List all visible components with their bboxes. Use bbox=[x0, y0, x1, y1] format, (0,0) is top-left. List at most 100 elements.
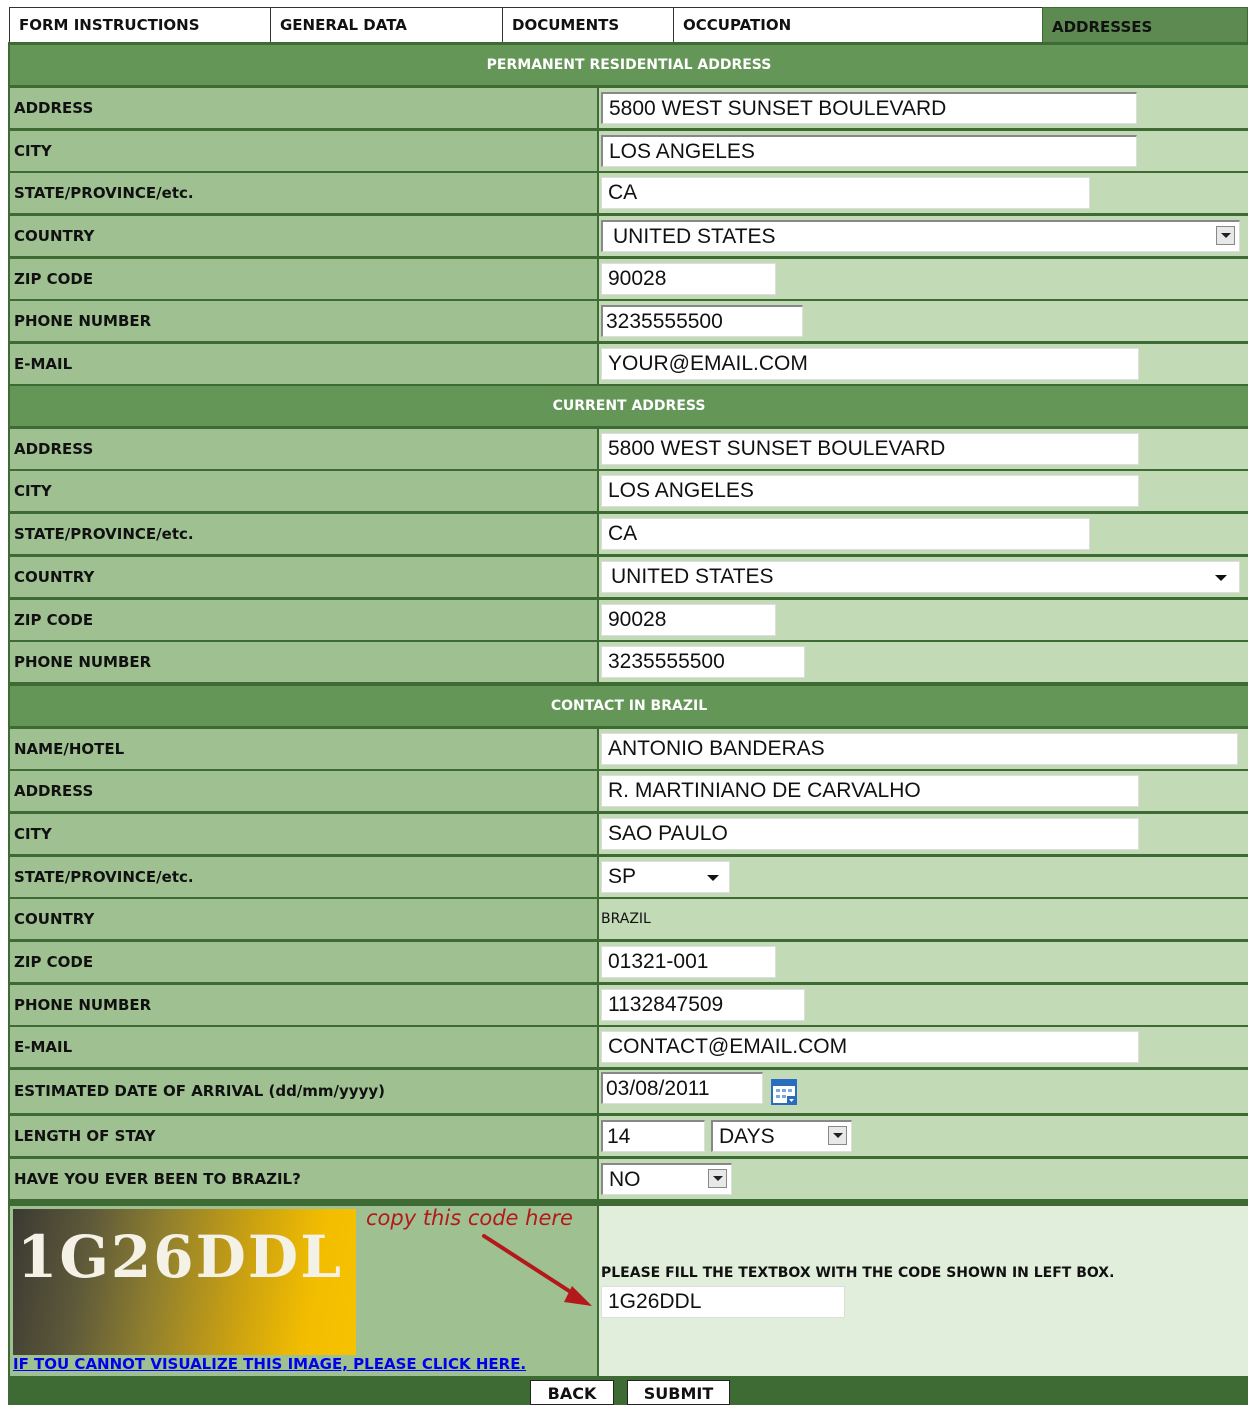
row-label-cell: ZIP CODE bbox=[10, 942, 597, 982]
field-label: STATE/PROVINCE/etc. bbox=[14, 184, 194, 202]
captcha-panel: 1G26DDL copy this code here IF TOU CANNO… bbox=[10, 1206, 597, 1376]
row-label-cell: CITY bbox=[10, 471, 597, 511]
chevron-down-icon[interactable] bbox=[828, 1126, 847, 1145]
field-label: ESTIMATED DATE OF ARRIVAL (dd/mm/yyyy) bbox=[14, 1082, 385, 1100]
field-label: E-MAIL bbox=[14, 355, 73, 373]
row-label-cell: PHONE NUMBER bbox=[10, 642, 597, 682]
back-button[interactable]: BACK bbox=[530, 1380, 614, 1405]
row-value-cell: UNITED STATES bbox=[599, 557, 1248, 597]
row-value-cell: 5800 WEST SUNSET BOULEVARD bbox=[599, 429, 1248, 469]
row-value-cell: 90028 bbox=[599, 259, 1248, 299]
field-label: PHONE NUMBER bbox=[14, 653, 152, 671]
perm-state-input[interactable]: CA bbox=[601, 177, 1090, 209]
field-label: ADDRESS bbox=[14, 440, 94, 458]
row-value-cell: 90028 bbox=[599, 600, 1248, 640]
curr-country-select[interactable]: UNITED STATES bbox=[601, 561, 1240, 593]
tab-occupation[interactable]: OCCUPATION bbox=[673, 7, 1043, 43]
field-label: PHONE NUMBER bbox=[14, 312, 152, 330]
perm-address-input[interactable]: 5800 WEST SUNSET BOULEVARD bbox=[601, 92, 1137, 124]
row-value-cell: 14 DAYS bbox=[599, 1116, 1248, 1156]
captcha-image: 1G26DDL bbox=[13, 1209, 356, 1355]
field-label: ZIP CODE bbox=[14, 270, 94, 288]
row-value-cell: 01321-001 bbox=[599, 942, 1248, 982]
row-value-cell: 5800 WEST SUNSET BOULEVARD bbox=[599, 88, 1248, 128]
brazil-address-input[interactable]: R. MARTINIANO DE CARVALHO bbox=[601, 775, 1139, 807]
brazil-state-select[interactable]: SP bbox=[601, 861, 730, 893]
field-label: ADDRESS bbox=[14, 782, 94, 800]
field-label: COUNTRY bbox=[14, 910, 95, 928]
captcha-input[interactable]: 1G26DDL bbox=[601, 1286, 845, 1318]
field-label: E-MAIL bbox=[14, 1038, 73, 1056]
chevron-down-icon[interactable] bbox=[1216, 226, 1235, 245]
been-to-brazil-select[interactable]: NO bbox=[601, 1163, 732, 1195]
field-label: STATE/PROVINCE/etc. bbox=[14, 525, 194, 543]
row-value-cell: YOUR@EMAIL.COM bbox=[599, 344, 1248, 384]
row-label-cell: ZIP CODE bbox=[10, 600, 597, 640]
perm-country-value: UNITED STATES bbox=[613, 225, 776, 248]
row-label-cell: ADDRESS bbox=[10, 771, 597, 811]
captcha-entry-panel: PLEASE FILL THE TEXTBOX WITH THE CODE SH… bbox=[599, 1206, 1248, 1376]
chevron-down-icon[interactable] bbox=[708, 1169, 727, 1188]
row-label-cell: E-MAIL bbox=[10, 344, 597, 384]
chevron-down-icon[interactable] bbox=[707, 875, 719, 881]
field-label: ZIP CODE bbox=[14, 611, 94, 629]
curr-state-input[interactable]: CA bbox=[601, 518, 1090, 550]
row-label-cell: E-MAIL bbox=[10, 1027, 597, 1067]
arrival-date-input[interactable]: 03/08/2011 bbox=[601, 1072, 763, 1104]
captcha-help-link[interactable]: IF TOU CANNOT VISUALIZE THIS IMAGE, PLEA… bbox=[13, 1355, 526, 1373]
length-of-stay-input[interactable]: 14 bbox=[601, 1120, 705, 1152]
brazil-email-input[interactable]: CONTACT@EMAIL.COM bbox=[601, 1031, 1139, 1063]
perm-phone-input[interactable]: 3235555500 bbox=[601, 305, 803, 337]
field-label: ADDRESS bbox=[14, 99, 94, 117]
curr-zip-input[interactable]: 90028 bbox=[601, 604, 776, 636]
submit-button[interactable]: SUBMIT bbox=[627, 1380, 730, 1405]
row-label-cell: ESTIMATED DATE OF ARRIVAL (dd/mm/yyyy) bbox=[10, 1070, 597, 1113]
captcha-code-text: 1G26DDL bbox=[17, 1223, 343, 1291]
field-label: ZIP CODE bbox=[14, 953, 94, 971]
row-label-cell: ADDRESS bbox=[10, 88, 597, 128]
row-label-cell: ADDRESS bbox=[10, 429, 597, 469]
brazil-phone-input[interactable]: 1132847509 bbox=[601, 989, 805, 1021]
row-label-cell: CITY bbox=[10, 814, 597, 854]
field-label: LENGTH OF STAY bbox=[14, 1127, 156, 1145]
curr-country-value: UNITED STATES bbox=[611, 565, 774, 588]
row-value-cell: ANTONIO BANDERAS bbox=[599, 729, 1248, 769]
stay-unit-select[interactable]: DAYS bbox=[711, 1120, 852, 1152]
section-current-title: CURRENT ADDRESS bbox=[10, 386, 1248, 426]
field-label: PHONE NUMBER bbox=[14, 996, 152, 1014]
row-value-cell: BRAZIL bbox=[599, 899, 1248, 939]
perm-email-input[interactable]: YOUR@EMAIL.COM bbox=[601, 348, 1139, 380]
row-label-cell: PHONE NUMBER bbox=[10, 985, 597, 1025]
field-label: CITY bbox=[14, 142, 52, 160]
row-label-cell: NAME/HOTEL bbox=[10, 729, 597, 769]
row-value-cell: R. MARTINIANO DE CARVALHO bbox=[599, 771, 1248, 811]
brazil-zip-input[interactable]: 01321-001 bbox=[601, 946, 776, 978]
tab-documents[interactable]: DOCUMENTS bbox=[502, 7, 674, 43]
curr-phone-input[interactable]: 3235555500 bbox=[601, 646, 805, 678]
row-label-cell: COUNTRY bbox=[10, 899, 597, 939]
tab-addresses[interactable]: ADDRESSES bbox=[1042, 7, 1248, 43]
calendar-icon[interactable] bbox=[771, 1079, 797, 1105]
row-value-cell: NO bbox=[599, 1159, 1248, 1199]
row-value-cell: CA bbox=[599, 173, 1248, 213]
field-label: HAVE YOU EVER BEEN TO BRAZIL? bbox=[14, 1170, 301, 1188]
perm-zip-input[interactable]: 90028 bbox=[601, 263, 776, 295]
brazil-city-input[interactable]: SAO PAULO bbox=[601, 818, 1139, 850]
perm-city-input[interactable]: LOS ANGELES bbox=[601, 135, 1137, 167]
brazil-name-input[interactable]: ANTONIO BANDERAS bbox=[601, 733, 1238, 765]
curr-city-input[interactable]: LOS ANGELES bbox=[601, 475, 1139, 507]
curr-address-input[interactable]: 5800 WEST SUNSET BOULEVARD bbox=[601, 433, 1139, 465]
section-brazil-title: CONTACT IN BRAZIL bbox=[10, 686, 1248, 726]
perm-country-select[interactable]: UNITED STATES bbox=[601, 220, 1240, 252]
row-value-cell: UNITED STATES bbox=[599, 216, 1248, 256]
row-label-cell: LENGTH OF STAY bbox=[10, 1116, 597, 1156]
tab-general-data[interactable]: GENERAL DATA bbox=[270, 7, 503, 43]
chevron-down-icon[interactable] bbox=[1215, 575, 1227, 581]
row-value-cell: 3235555500 bbox=[599, 642, 1248, 682]
row-value-cell: LOS ANGELES bbox=[599, 471, 1248, 511]
tab-form-instructions[interactable]: FORM INSTRUCTIONS bbox=[9, 7, 271, 43]
row-label-cell: STATE/PROVINCE/etc. bbox=[10, 173, 597, 213]
row-label-cell: HAVE YOU EVER BEEN TO BRAZIL? bbox=[10, 1159, 597, 1199]
field-label: CITY bbox=[14, 482, 52, 500]
row-label-cell: PHONE NUMBER bbox=[10, 301, 597, 341]
